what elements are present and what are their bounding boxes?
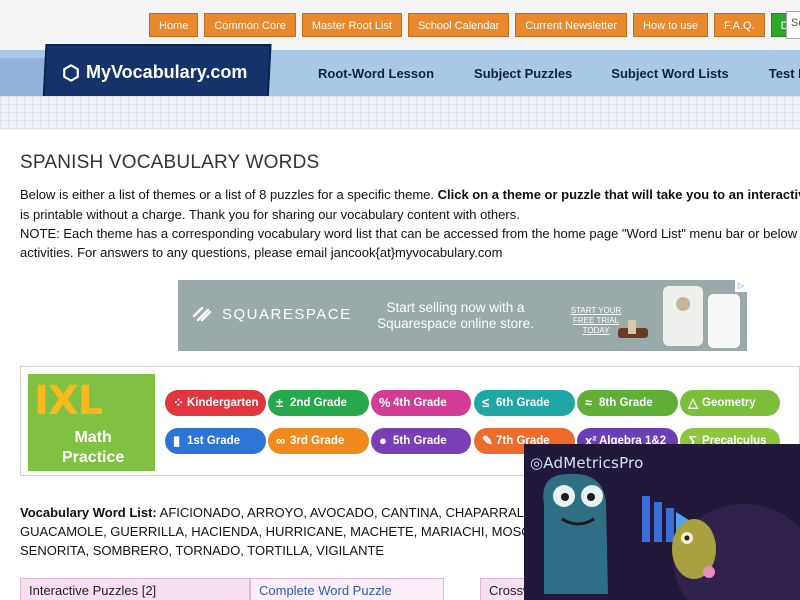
ad-product-photo <box>618 286 740 348</box>
ixl-grade-button[interactable]: ▮ 1st Grade <box>165 428 266 454</box>
top-nav: Home Common Core Master Root List School… <box>149 13 800 37</box>
nav-faq-button[interactable]: F.A.Q. <box>714 13 765 37</box>
grade-label: 2nd Grade <box>290 397 347 409</box>
ixl-grade-button[interactable]: ∞ 3rd Grade <box>268 428 369 454</box>
nav-how-to-use-button[interactable]: How to use <box>633 13 709 37</box>
admetrics-icon: ◎ <box>530 454 544 472</box>
ixl-grade-button[interactable]: ≤6th Grade <box>474 390 575 416</box>
intro-bold: Click on a theme or puzzle that will tak… <box>437 187 800 202</box>
nav-home-button[interactable]: Home <box>149 13 199 37</box>
nav-school-calendar-button[interactable]: School Calendar <box>407 13 510 37</box>
ixl-math-practice: Math Practice <box>62 428 124 468</box>
hexagon-icon <box>63 63 79 82</box>
squarespace-message: Start selling now with a Squarespace onl… <box>377 300 534 331</box>
intro-line-2: is printable without a charge. Thank you… <box>20 207 520 222</box>
grade-icon: ± <box>276 395 284 410</box>
grade-icon: ≤ <box>482 395 490 410</box>
nav-subject-puzzles[interactable]: Subject Puzzles <box>474 66 572 81</box>
complete-word-puzzle-link[interactable]: Complete Word Puzzle <box>250 578 444 600</box>
grade-label: 8th Grade <box>599 397 653 409</box>
grade-icon: ▮ <box>173 433 181 448</box>
site-logo-text: MyVocabulary.com <box>86 62 248 82</box>
nav-test-prep[interactable]: Test Pre <box>769 66 800 81</box>
squarespace-brand: SQUARESPACE <box>222 305 352 323</box>
grade-label: 5th Grade <box>393 435 447 447</box>
squarespace-ad[interactable]: SQUARESPACE Start selling now with a Squ… <box>178 280 747 351</box>
ixl-grade-button[interactable]: ● 5th Grade <box>371 428 471 454</box>
grade-label: 6th Grade <box>496 397 550 409</box>
video-ad-brand: ◎AdMetricsPro <box>530 454 643 472</box>
nav-root-word-lesson[interactable]: Root-Word Lesson <box>318 66 434 81</box>
nav-common-core-button[interactable]: Common Core <box>204 13 296 37</box>
decorative-grid-strip <box>0 96 800 130</box>
ixl-grade-button[interactable]: % 4th Grade <box>371 390 471 416</box>
grade-icon: ⁘ <box>173 395 184 410</box>
grade-label: Geometry <box>702 397 756 409</box>
grade-icon: % <box>379 395 391 410</box>
ixl-grade-button[interactable]: ≈8th Grade <box>577 390 678 416</box>
grade-label: 1st Grade <box>187 435 241 447</box>
nav-current-newsletter-button[interactable]: Current Newsletter <box>515 13 628 37</box>
vocab-words-1: AFICIONADO, ARROYO, AVOCADO, CANTINA, CH… <box>156 505 541 520</box>
search-input[interactable]: Se <box>786 11 800 39</box>
adchoices-icon[interactable]: ▷ <box>735 280 747 292</box>
intro-line-1: Below is either a list of themes or a li… <box>20 186 800 205</box>
squarespace-logo: SQUARESPACE <box>190 304 352 324</box>
note-line-1: NOTE: Each theme has a corresponding voc… <box>20 226 800 241</box>
intro-plain: Below is either a list of themes or a li… <box>20 187 438 202</box>
ixl-math-label: Math <box>74 429 112 446</box>
nav-master-root-list-button[interactable]: Master Root List <box>301 13 402 37</box>
nav-subject-word-lists[interactable]: Subject Word Lists <box>611 66 729 81</box>
grade-label: Kindergarten <box>187 397 259 409</box>
main-nav: Root-Word Lesson Subject Puzzles Subject… <box>318 66 800 81</box>
vocab-label: Vocabulary Word List: <box>20 505 157 520</box>
note-line-2: activities. For answers to any questions… <box>20 245 503 260</box>
grade-label: 3rd Grade <box>290 435 345 447</box>
page-title: SPANISH VOCABULARY WORDS <box>20 152 320 173</box>
ixl-grade-button[interactable]: ±2nd Grade <box>268 390 369 416</box>
grade-icon: △ <box>688 395 698 410</box>
grade-icon: ● <box>379 433 387 448</box>
grade-icon: ≈ <box>585 395 593 410</box>
squarespace-knot-icon <box>192 306 212 322</box>
grade-icon: ∞ <box>276 433 286 448</box>
grade-icon: ✎ <box>482 433 493 448</box>
ixl-grade-button[interactable]: ⁘ Kindergarten <box>165 390 266 416</box>
grade-label: 4th Grade <box>393 397 447 409</box>
video-ad-overlay[interactable]: ◎AdMetricsPro <box>524 444 800 600</box>
interactive-puzzles-header: Interactive Puzzles [2] <box>20 578 250 600</box>
site-logo[interactable]: MyVocabulary.com <box>62 62 247 83</box>
ixl-practice-label: Practice <box>62 449 125 466</box>
ixl-logo: IXL <box>34 378 103 424</box>
ixl-grade-button[interactable]: △ Geometry <box>680 390 780 416</box>
video-ad-brand-text: AdMetricsPro <box>543 454 644 472</box>
